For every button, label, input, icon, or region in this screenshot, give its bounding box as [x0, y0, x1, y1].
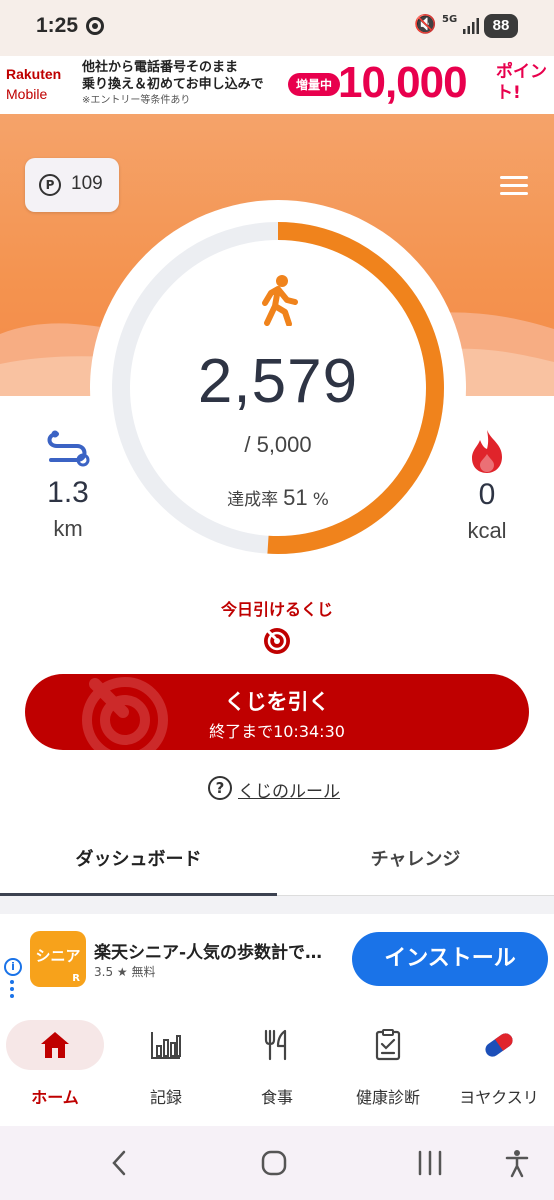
ad-info-icon[interactable]: i — [4, 958, 22, 976]
nav-checkup[interactable]: 健康診断 — [333, 1012, 443, 1126]
rate-value: 51 — [283, 485, 308, 510]
tab-bar: ダッシュボード チャレンジ — [0, 834, 554, 896]
accessibility-icon[interactable] — [504, 1148, 530, 1178]
lottery-countdown: 終了まで10:34:30 — [209, 722, 345, 741]
ad-options-icon[interactable] — [10, 980, 14, 1001]
distance-stat: 1.3 km — [40, 428, 96, 542]
home-button-icon[interactable] — [260, 1148, 288, 1178]
tab-dashboard[interactable]: ダッシュボード — [0, 834, 277, 896]
nav-records-label: 記録 — [149, 1088, 182, 1107]
distance-value: 1.3 — [47, 476, 89, 509]
lottery-title: 今日引けるくじ — [220, 600, 333, 619]
nav-checkup-label: 健康診断 — [355, 1088, 420, 1107]
help-icon: ? — [208, 776, 232, 800]
app-notification-icon — [86, 17, 104, 35]
distance-unit: km — [53, 516, 83, 541]
rate-label: 達成率 — [227, 490, 279, 510]
rate-unit: % — [312, 490, 329, 510]
status-bar: 1:25 🔇 5G 88 — [0, 0, 554, 56]
bottom-navigation: ホーム 記録 食事 健康診断 ヨヤクスリ — [0, 1012, 554, 1126]
rakuten-mobile-logo: Rakuten Mobile — [0, 56, 76, 114]
signal-icon — [463, 18, 479, 34]
recent-apps-icon[interactable] — [416, 1148, 444, 1178]
status-time: 1:25 — [36, 14, 79, 37]
logo-line-2: Mobile — [6, 86, 48, 102]
step-count: 2,579 — [197, 347, 359, 416]
ad-banner[interactable]: Rakuten Mobile 他社から電話番号そのまま 乗り換え＆初めてお申し込… — [0, 56, 554, 114]
ad-note: ※エントリー等条件あり — [82, 95, 191, 106]
ad-line-1: 他社から電話番号そのまま — [82, 60, 239, 75]
tab-challenge[interactable]: チャレンジ — [277, 834, 554, 896]
points-value: 109 — [71, 173, 103, 194]
rules-link-text: くじのルール — [238, 782, 340, 802]
step-goal: / 5,000 — [244, 432, 312, 457]
draw-lottery-label: くじを引く — [224, 690, 330, 714]
ad-pill: 増量中 — [288, 73, 341, 96]
nav-yoyakusuri-label: ヨヤクスリ — [459, 1088, 539, 1107]
mute-icon: 🔇 — [414, 14, 437, 35]
lottery-icon — [264, 628, 290, 654]
logo-line-1: Rakuten — [6, 66, 62, 82]
nav-home-label: ホーム — [31, 1088, 79, 1107]
calorie-value: 0 — [478, 478, 496, 511]
app-install-ad[interactable]: i シニア R 楽天シニア-人気の歩数計で… 3.5 ★ 無料 インストール — [0, 914, 554, 1012]
ad-text: 他社から電話番号そのまま 乗り換え＆初めてお申し込みで ※エントリー等条件あり — [82, 59, 282, 108]
app-icon-text: シニア — [35, 947, 81, 965]
nav-records[interactable]: 記録 — [111, 1012, 221, 1126]
meal-icon — [264, 1029, 287, 1061]
points-icon: P — [39, 174, 61, 196]
draw-lottery-button[interactable]: くじを引く 終了まで10:34:30 — [25, 674, 529, 750]
nav-home[interactable]: ホーム — [0, 1012, 110, 1126]
system-navigation-bar — [0, 1126, 554, 1200]
checkup-icon — [375, 1029, 401, 1061]
chart-icon — [151, 1032, 181, 1059]
app-icon: シニア R — [30, 931, 86, 987]
step-progress-ring[interactable]: 2,579 / 5,000 達成率 51 % — [90, 200, 466, 576]
install-button[interactable]: インストール — [352, 932, 548, 986]
route-icon — [47, 430, 90, 467]
battery-icon: 88 — [484, 14, 518, 38]
nav-meals-label: 食事 — [260, 1088, 293, 1107]
app-ad-rating: 3.5 ★ 無料 — [94, 965, 156, 979]
section-divider — [0, 896, 554, 914]
ad-unit: ポイント! — [496, 62, 547, 103]
ad-amount: 10,000 — [338, 58, 468, 107]
nav-yoyakusuri[interactable]: ヨヤクスリ — [444, 1012, 554, 1126]
flame-icon — [472, 430, 502, 473]
app-icon-badge: R — [72, 973, 80, 984]
app-ad-title: 楽天シニア-人気の歩数計で… — [94, 943, 323, 963]
hamburger-menu-icon[interactable] — [500, 176, 528, 196]
walking-icon — [262, 275, 298, 326]
pill-icon — [485, 1033, 513, 1057]
5g-icon: 5G — [442, 14, 458, 25]
nav-meals[interactable]: 食事 — [222, 1012, 332, 1126]
calorie-unit: kcal — [467, 518, 507, 543]
achievement-rate: 達成率 51 % — [90, 485, 466, 511]
calorie-stat: 0 kcal — [460, 428, 514, 544]
ad-line-2: 乗り換え＆初めてお申し込みで — [82, 77, 264, 92]
home-icon — [41, 1032, 69, 1058]
back-icon[interactable] — [108, 1148, 130, 1178]
